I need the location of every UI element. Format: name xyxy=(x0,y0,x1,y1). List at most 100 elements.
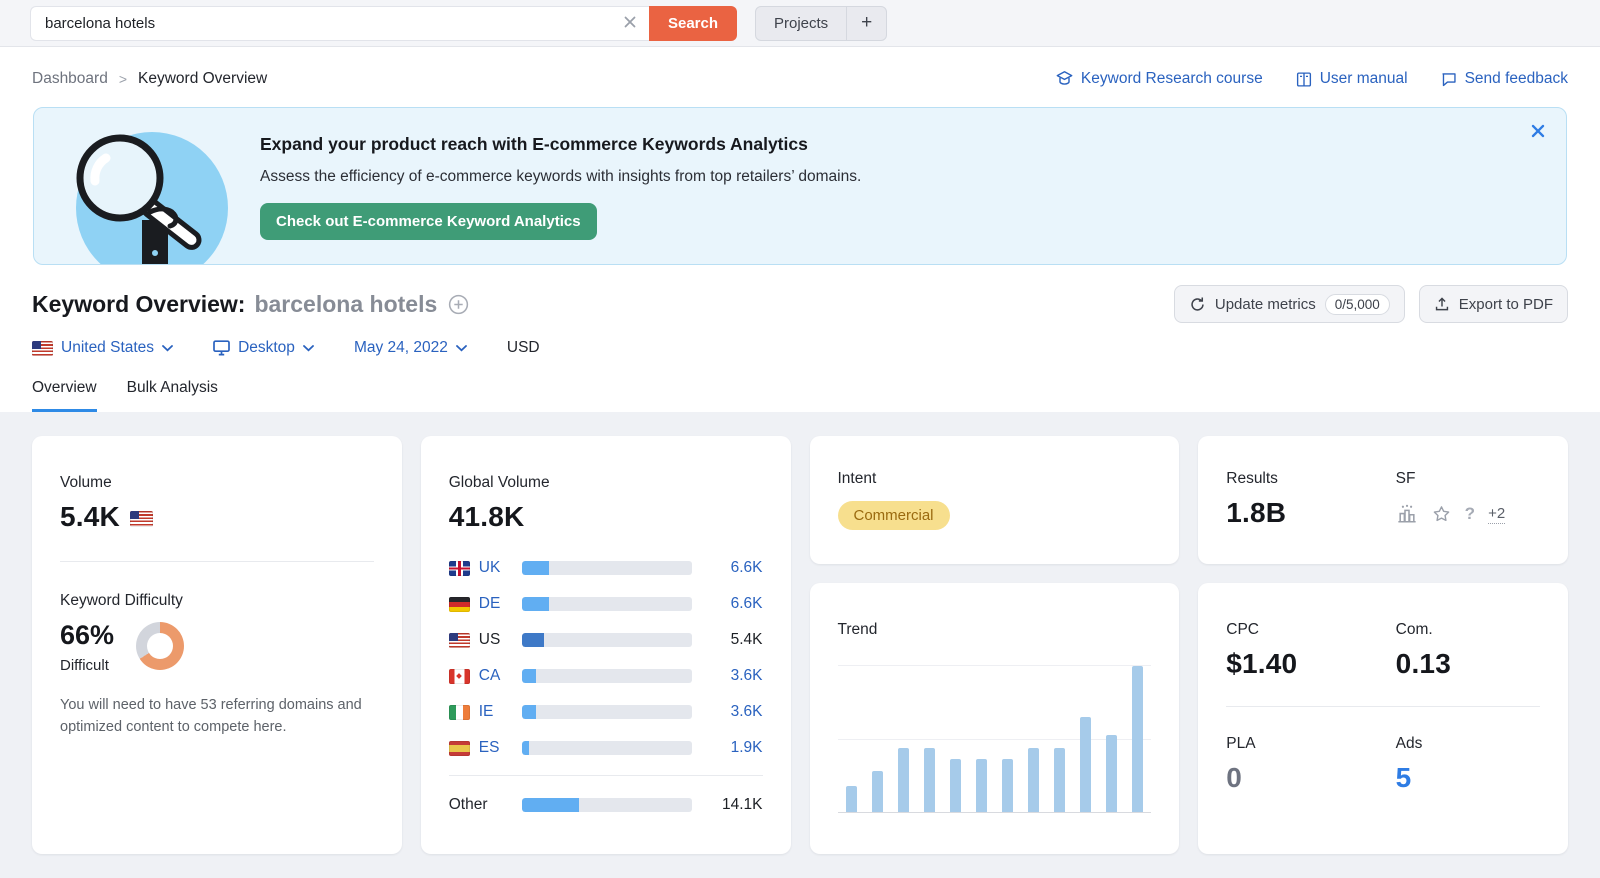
volume-card: Volume 5.4K Keyword Difficulty 66% Diffi… xyxy=(32,436,402,854)
keyword-research-course-link[interactable]: Keyword Research course xyxy=(1055,70,1263,88)
country-volume-value[interactable]: 3.6K xyxy=(701,667,763,685)
promo-banner: Expand your product reach with E-commerc… xyxy=(33,107,1567,265)
flag-uk-icon xyxy=(448,560,470,576)
search-button[interactable]: Search xyxy=(649,5,737,41)
volume-bar xyxy=(521,633,692,647)
results-value: 1.8B xyxy=(1226,497,1287,528)
trend-bar xyxy=(949,759,961,812)
trend-chart xyxy=(837,665,1152,813)
volume-bar xyxy=(521,669,692,683)
flag-us-icon xyxy=(448,632,470,648)
other-label: Other xyxy=(448,796,488,813)
tab-overview[interactable]: Overview xyxy=(32,379,97,412)
tabs-row: Overview Bulk Analysis xyxy=(0,357,1600,412)
flag-us-icon xyxy=(32,340,53,356)
keyword-difficulty-note: You will need to have 53 referring domai… xyxy=(60,697,362,736)
export-pdf-button[interactable]: Export to PDF xyxy=(1418,285,1568,323)
global-volume-label: Global Volume xyxy=(448,474,550,491)
trend-bar xyxy=(1132,666,1144,812)
volume-bar-fill xyxy=(521,561,549,575)
search-input[interactable] xyxy=(30,5,649,41)
country-volume-value[interactable]: 3.6K xyxy=(701,703,763,721)
country-filter[interactable]: United States xyxy=(32,339,173,357)
serp-features-more[interactable]: +2 xyxy=(1488,505,1506,524)
projects-group: Projects + xyxy=(755,5,888,41)
device-filter-label: Desktop xyxy=(238,339,295,356)
trend-bar xyxy=(923,747,935,812)
cpc-label: CPC xyxy=(1226,621,1259,638)
cpc-card: CPC $1.40 Com. 0.13 PLA 0 Ads 5 xyxy=(1198,583,1568,854)
book-icon xyxy=(1295,71,1313,88)
date-filter[interactable]: May 24, 2022 xyxy=(354,339,467,357)
date-filter-label: May 24, 2022 xyxy=(353,339,448,356)
volume-bar xyxy=(521,705,692,719)
country-code-link[interactable]: UK xyxy=(479,559,513,577)
country-volume-value[interactable]: 1.9K xyxy=(701,739,763,757)
volume-bar xyxy=(521,597,692,611)
monitor-icon xyxy=(213,340,230,356)
update-metrics-label: Update metrics xyxy=(1214,295,1316,313)
column-intent-trend: Intent Commercial Trend xyxy=(809,436,1180,854)
country-volume-value[interactable]: 6.6K xyxy=(701,559,763,577)
academy-cap-icon xyxy=(1055,70,1074,88)
question-icon: ? xyxy=(1464,504,1476,523)
global-volume-row: ES 1.9K xyxy=(448,735,763,761)
trend-bar xyxy=(1027,747,1039,812)
trend-bar xyxy=(1106,734,1118,812)
global-volume-row: US 5.4K xyxy=(448,627,763,653)
feedback-bubble-icon xyxy=(1440,71,1458,88)
serp-features-icons: ? +2 xyxy=(1396,504,1540,524)
volume-number: 5.4K xyxy=(60,501,120,532)
trend-bar xyxy=(1080,717,1092,812)
filter-row: United States Desktop May 24, 2022 USD xyxy=(0,323,1600,357)
intent-badge: Commercial xyxy=(837,501,950,530)
country-code-link[interactable]: IE xyxy=(479,703,513,721)
export-pdf-label: Export to PDF xyxy=(1458,295,1553,313)
country-code-link[interactable]: CA xyxy=(479,667,513,685)
send-feedback-link[interactable]: Send feedback xyxy=(1440,70,1568,88)
flag-ie-icon xyxy=(448,704,470,720)
chevron-down-icon xyxy=(455,344,467,352)
topbar: Search Projects + xyxy=(0,0,1600,47)
breadcrumb-dashboard[interactable]: Dashboard xyxy=(32,70,108,88)
serp-features-label: SF xyxy=(1395,470,1416,487)
chevron-down-icon xyxy=(162,344,173,352)
banner-cta-button[interactable]: Check out E-commerce Keyword Analytics xyxy=(260,203,597,240)
global-volume-row: IE 3.6K xyxy=(448,699,763,725)
subheader: Dashboard > Keyword Overview Keyword Res… xyxy=(0,47,1600,107)
header-link-label: Send feedback xyxy=(1464,70,1568,87)
device-filter[interactable]: Desktop xyxy=(213,339,314,357)
country-code-link[interactable]: DE xyxy=(479,595,513,613)
breadcrumb-current: Keyword Overview xyxy=(138,70,268,87)
divider xyxy=(1226,706,1540,707)
trend-card: Trend xyxy=(809,583,1180,854)
intent-label: Intent xyxy=(837,470,877,487)
trend-bar xyxy=(1001,759,1013,812)
global-volume-row: DE 6.6K xyxy=(448,591,763,617)
tab-bulk-analysis[interactable]: Bulk Analysis xyxy=(127,379,218,412)
trend-bar xyxy=(1054,747,1065,812)
add-project-button[interactable]: + xyxy=(846,6,886,40)
local-pack-icon xyxy=(1396,504,1418,524)
flag-de-icon xyxy=(448,596,470,612)
keyword-difficulty-percent: 66% xyxy=(60,620,115,650)
clear-search-icon[interactable] xyxy=(623,15,637,29)
volume-bar-fill xyxy=(521,705,537,719)
chevron-down-icon xyxy=(303,344,314,352)
banner-title: Expand your product reach with E-commerc… xyxy=(260,134,808,154)
banner-close-icon[interactable] xyxy=(1530,123,1546,139)
projects-button[interactable]: Projects xyxy=(756,7,846,40)
search-group: Search xyxy=(30,5,737,41)
country-volume-value: 5.4K xyxy=(730,631,763,648)
country-code-link[interactable]: ES xyxy=(479,739,513,757)
country-volume-value[interactable]: 6.6K xyxy=(701,595,763,613)
star-icon xyxy=(1431,504,1452,524)
volume-value: 5.4K xyxy=(60,501,374,533)
user-manual-link[interactable]: User manual xyxy=(1295,70,1408,88)
update-metrics-button[interactable]: Update metrics 0/5,000 xyxy=(1173,285,1405,323)
add-keyword-icon[interactable] xyxy=(448,294,469,315)
volume-bar xyxy=(521,741,692,755)
ads-value[interactable]: 5 xyxy=(1396,762,1540,794)
other-bar-fill xyxy=(521,798,579,812)
global-volume-other-row: Other 14.1K xyxy=(449,792,763,818)
